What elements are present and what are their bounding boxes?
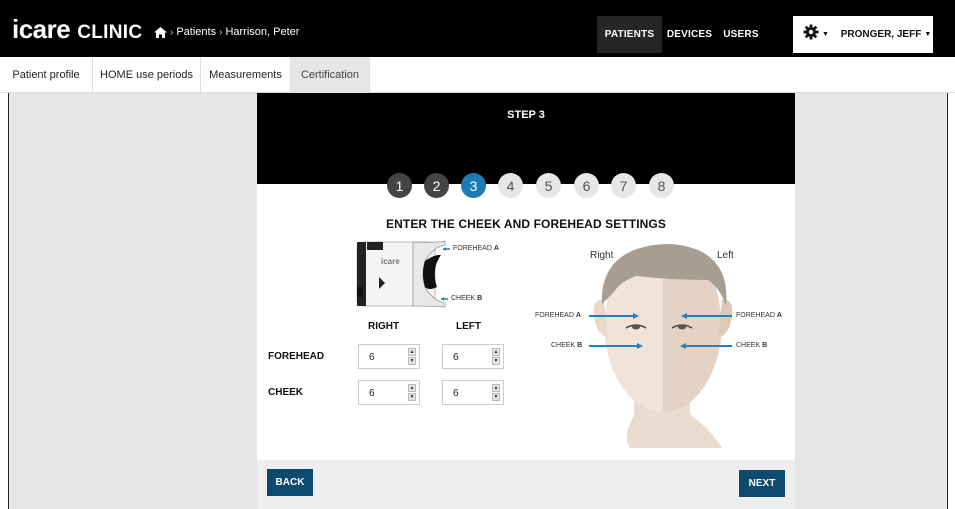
wizard-footer [257,460,795,509]
tab-measurements[interactable]: Measurements [201,57,291,93]
section-title: ENTER THE CHEEK AND FOREHEAD SETTINGS [386,217,666,231]
step-indicator-2[interactable]: 2 [424,173,449,198]
increment-icon[interactable]: ▲ [492,384,500,392]
face-forehead-left-label: FOREHEAD A [736,312,782,319]
right-edge [947,93,955,509]
nav-devices[interactable]: DEVICES [662,16,717,53]
forehead-right-value: 6 [369,352,375,363]
step-indicator-6: 6 [574,173,599,198]
column-right-header: RIGHT [368,321,400,332]
user-name: PRONGER, JEFF [840,29,922,40]
tab-certification[interactable]: Certification [291,57,370,93]
logo-main: icare [12,14,71,44]
forehead-right-stepper[interactable]: 6 ▲ ▼ [358,344,420,369]
row-forehead-header: FOREHEAD [268,351,325,362]
column-left-header: LEFT [456,321,481,332]
increment-icon[interactable]: ▲ [408,348,416,356]
nav-users[interactable]: USERS [717,16,765,53]
cheek-right-stepper[interactable]: 6 ▲ ▼ [358,380,420,405]
next-button[interactable]: NEXT [739,470,785,497]
step-indicator-4: 4 [498,173,523,198]
home-icon[interactable] [154,26,167,38]
nav-patients[interactable]: PATIENTS [597,16,662,53]
decrement-icon[interactable]: ▼ [408,393,416,401]
breadcrumb-separator: › [170,26,174,38]
chevron-down-icon: ▼ [822,31,829,38]
face-forehead-right-label: FOREHEAD A [535,312,581,319]
device-brand: icare [381,257,400,266]
step-indicator-3[interactable]: 3 [461,173,486,198]
cheek-left-value: 6 [453,388,459,399]
breadcrumb-separator: › [219,26,223,38]
breadcrumb-patients[interactable]: Patients [176,26,216,38]
tab-bar: Patient profile HOME use periods Measure… [0,57,955,93]
left-edge [0,93,9,509]
row-cheek-header: CHEEK [268,387,304,398]
increment-icon[interactable]: ▲ [492,348,500,356]
step-indicator-8: 8 [649,173,674,198]
top-bar: icare CLINIC › Patients › Harrison, Pete… [0,0,955,57]
app-logo[interactable]: icare CLINIC [12,14,143,44]
logo-sub: CLINIC [77,22,143,43]
back-button[interactable]: BACK [267,469,313,496]
step-indicator-7: 7 [611,173,636,198]
device-illustration: icare FOREHEAD A CHEEK B [355,239,505,309]
step-title: STEP 3 [507,109,545,121]
tab-patient-profile[interactable]: Patient profile [0,57,93,93]
settings-menu-button[interactable]: ▼ [793,16,839,53]
cheek-left-stepper[interactable]: 6 ▲ ▼ [442,380,504,405]
decrement-icon[interactable]: ▼ [492,357,500,365]
tab-home-use-periods[interactable]: HOME use periods [93,57,201,93]
face-right-label: Right [590,250,614,261]
face-cheek-right-label: CHEEK B [551,342,583,349]
forehead-left-value: 6 [453,352,459,363]
decrement-icon[interactable]: ▼ [492,393,500,401]
wizard-header: STEP 3 [257,93,795,184]
step-indicator-5: 5 [536,173,561,198]
main-nav: PATIENTS DEVICES USERS [597,16,765,53]
face-cheek-left-label: CHEEK B [736,342,768,349]
device-cheek-label: CHEEK B [451,295,483,302]
gear-icon [803,24,819,45]
forehead-left-stepper[interactable]: 6 ▲ ▼ [442,344,504,369]
device-forehead-label: FOREHEAD A [453,245,499,252]
face-left-label: Left [717,250,734,261]
breadcrumb: › Patients › Harrison, Peter [154,26,299,38]
increment-icon[interactable]: ▲ [408,384,416,392]
step-indicator-1[interactable]: 1 [387,173,412,198]
chevron-down-icon: ▼ [924,31,932,38]
decrement-icon[interactable]: ▼ [408,357,416,365]
face-diagram: Right Left FOREHEAD A FOREHEAD A CHEEK B… [522,236,792,451]
cheek-right-value: 6 [369,388,375,399]
breadcrumb-current: Harrison, Peter [225,26,300,38]
user-menu-button[interactable]: PRONGER, JEFF ▼ [839,16,933,53]
